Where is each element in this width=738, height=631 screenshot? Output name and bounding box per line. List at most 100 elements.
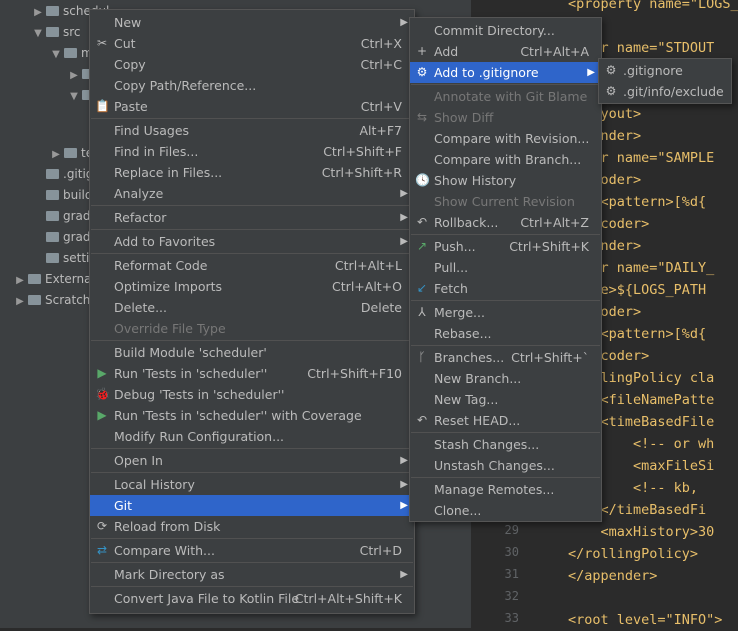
- fetch-icon: ↙: [416, 281, 428, 295]
- menu-item-gitignore[interactable]: ⚙ .gitignore: [599, 60, 731, 81]
- submenu-arrow-icon: ▶: [400, 188, 408, 199]
- shortcut-label: Ctrl+Shift+R: [321, 165, 402, 180]
- compare-with-icon: ⇄: [96, 543, 108, 557]
- menu-separator: [91, 472, 413, 473]
- shortcut-label: Ctrl+X: [360, 36, 402, 51]
- menu-item-add[interactable]: + Add Ctrl+Alt+A: [410, 41, 601, 62]
- add-icon: +: [416, 44, 428, 58]
- menu-item-label: .gitignore: [623, 63, 683, 78]
- menu-item-commit-directory[interactable]: Commit Directory...: [410, 20, 601, 41]
- line-number: 33: [504, 611, 519, 625]
- menu-item-build-module-scheduler[interactable]: Build Module 'scheduler': [90, 342, 414, 363]
- menu-item-compare-with-branch[interactable]: Compare with Branch...: [410, 149, 601, 170]
- menu-item-label: Override File Type: [114, 321, 226, 336]
- menu-separator: [91, 118, 413, 119]
- menu-item-convert-java-file-to-kotlin-file[interactable]: Convert Java File to Kotlin File Ctrl+Alt…: [90, 588, 414, 609]
- menu-item-reload-from-disk[interactable]: ⟳ Reload from Disk: [90, 516, 414, 537]
- menu-item-clone[interactable]: Clone...: [410, 500, 601, 521]
- menu-item-find-in-files[interactable]: Find in Files... Ctrl+Shift+F: [90, 141, 414, 162]
- menu-item-label: Push...: [434, 239, 476, 254]
- menu-item-label: Rollback...: [434, 215, 499, 230]
- menu-item-label: Branches...: [434, 350, 505, 365]
- menu-item-add-to-favorites[interactable]: Add to Favorites ▶: [90, 231, 414, 252]
- menu-item-show-history[interactable]: 🕓 Show History: [410, 170, 601, 191]
- expand-arrow-icon[interactable]: ▶: [50, 144, 62, 165]
- menu-item-push[interactable]: ↗ Push... Ctrl+Shift+K: [410, 236, 601, 257]
- menu-item-unstash-changes[interactable]: Unstash Changes...: [410, 455, 601, 476]
- menu-item-rollback[interactable]: ↶ Rollback... Ctrl+Alt+Z: [410, 212, 601, 233]
- menu-item-label: Clone...: [434, 503, 482, 518]
- menu-item-label: Delete...: [114, 300, 167, 315]
- menu-item-git[interactable]: Git ▶: [90, 495, 414, 516]
- menu-item-compare-with[interactable]: ⇄ Compare With... Ctrl+D: [90, 540, 414, 561]
- menu-item-rebase[interactable]: Rebase...: [410, 323, 601, 344]
- menu-item-manage-remotes[interactable]: Manage Remotes...: [410, 479, 601, 500]
- rollback-icon: ↶: [416, 215, 428, 229]
- menu-separator: [411, 345, 600, 346]
- menu-item-reformat-code[interactable]: Reformat Code Ctrl+Alt+L: [90, 255, 414, 276]
- expand-arrow-icon[interactable]: ▼: [68, 86, 80, 107]
- add-to-gitignore-icon: ⚙: [416, 65, 428, 79]
- menu-item-reset-head[interactable]: ↶ Reset HEAD...: [410, 410, 601, 431]
- reset-head-icon: ↶: [416, 413, 428, 427]
- run-tests-in-scheduler-icon: ▶: [97, 366, 107, 380]
- menu-item-run-tests-in-scheduler[interactable]: ▶ Run 'Tests in 'scheduler'' Ctrl+Shift+F1…: [90, 363, 414, 384]
- menu-item-copy-path-reference[interactable]: Copy Path/Reference...: [90, 75, 414, 96]
- submenu-arrow-icon: ▶: [400, 17, 408, 28]
- menu-item-new[interactable]: New ▶: [90, 12, 414, 33]
- expand-arrow-icon[interactable]: ▶: [14, 291, 26, 312]
- menu-item-delete[interactable]: Delete... Delete: [90, 297, 414, 318]
- menu-item-new-branch[interactable]: New Branch...: [410, 368, 601, 389]
- menu-item-label: Convert Java File to Kotlin File: [114, 591, 300, 606]
- expand-arrow-icon[interactable]: ▼: [50, 44, 62, 65]
- menu-item-optimize-imports[interactable]: Optimize Imports Ctrl+Alt+O: [90, 276, 414, 297]
- expand-arrow-icon[interactable]: ▶: [68, 65, 80, 86]
- menu-item-mark-directory-as[interactable]: Mark Directory as ▶: [90, 564, 414, 585]
- menu-item-add-to-gitignore[interactable]: ⚙ Add to .gitignore ▶: [410, 62, 601, 83]
- expand-arrow-icon[interactable]: ▼: [32, 23, 44, 44]
- menu-separator: [91, 229, 413, 230]
- menu-item-label: Local History: [114, 477, 195, 492]
- folder-icon: [46, 27, 59, 37]
- menu-item-compare-with-revision[interactable]: Compare with Revision...: [410, 128, 601, 149]
- menu-item-label: Stash Changes...: [434, 437, 540, 452]
- menu-item-copy[interactable]: Copy Ctrl+C: [90, 54, 414, 75]
- menu-item-label: Commit Directory...: [434, 23, 555, 38]
- menu-item-open-in[interactable]: Open In ▶: [90, 450, 414, 471]
- menu-item-paste[interactable]: 📋 Paste Ctrl+V: [90, 96, 414, 117]
- menu-item-label: Analyze: [114, 186, 164, 201]
- menu-item-stash-changes[interactable]: Stash Changes...: [410, 434, 601, 455]
- menu-item-debug-tests-in-scheduler[interactable]: 🐞 Debug 'Tests in 'scheduler'': [90, 384, 414, 405]
- menu-item-merge[interactable]: ⅄ Merge...: [410, 302, 601, 323]
- menu-item-label: Show Current Revision: [434, 194, 575, 209]
- line-number: 29: [504, 523, 519, 537]
- menu-item-replace-in-files[interactable]: Replace in Files... Ctrl+Shift+R: [90, 162, 414, 183]
- menu-item-branches[interactable]: ᚴ Branches... Ctrl+Shift+`: [410, 347, 601, 368]
- menu-item-modify-run-configuration[interactable]: Modify Run Configuration...: [90, 426, 414, 447]
- submenu-arrow-icon: ▶: [400, 212, 408, 223]
- menu-item-label: Annotate with Git Blame: [434, 89, 588, 104]
- menu-item-git-info-exclude[interactable]: ⚙ .git/info/exclude: [599, 81, 731, 102]
- tree-item[interactable]: ▼ src: [32, 22, 80, 44]
- menu-item-label: Pull...: [434, 260, 469, 275]
- expand-arrow-icon[interactable]: ▶: [14, 270, 26, 291]
- menu-item-fetch[interactable]: ↙ Fetch: [410, 278, 601, 299]
- cut-icon: ✂: [96, 36, 108, 50]
- code-line: <maxHistory>30: [568, 524, 715, 540]
- menu-item-local-history[interactable]: Local History ▶: [90, 474, 414, 495]
- menu-item-override-file-type: Override File Type: [90, 318, 414, 339]
- menu-item-analyze[interactable]: Analyze ▶: [90, 183, 414, 204]
- menu-item-show-current-revision: Show Current Revision: [410, 191, 601, 212]
- menu-item-new-tag[interactable]: New Tag...: [410, 389, 601, 410]
- menu-item-refactor[interactable]: Refactor ▶: [90, 207, 414, 228]
- shortcut-label: Ctrl+C: [360, 57, 402, 72]
- folder-icon: [46, 211, 59, 221]
- menu-item-run-tests-in-scheduler-with-coverage[interactable]: ▶ Run 'Tests in 'scheduler'' with Coverag…: [90, 405, 414, 426]
- menu-item-label: Show History: [434, 173, 517, 188]
- menu-item-find-usages[interactable]: Find Usages Alt+F7: [90, 120, 414, 141]
- shortcut-label: Ctrl+Shift+F: [323, 144, 402, 159]
- menu-item-pull[interactable]: Pull...: [410, 257, 601, 278]
- menu-item-cut[interactable]: ✂ Cut Ctrl+X: [90, 33, 414, 54]
- expand-arrow-icon[interactable]: ▶: [32, 2, 44, 23]
- menu-item-label: Refactor: [114, 210, 167, 225]
